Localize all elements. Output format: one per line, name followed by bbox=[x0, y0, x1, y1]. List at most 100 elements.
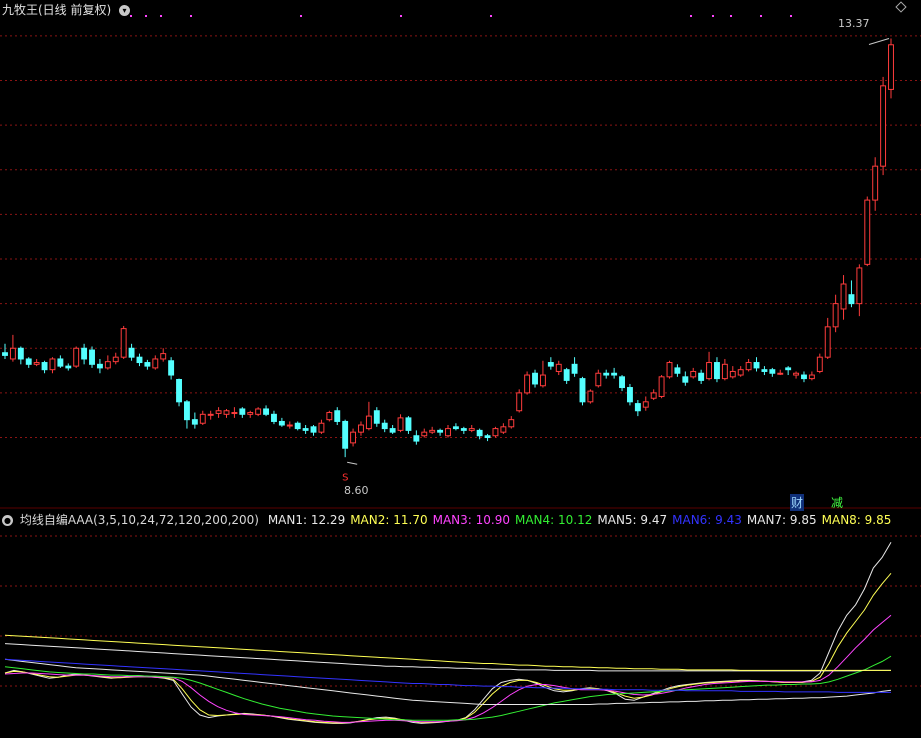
candle-body bbox=[183, 401, 190, 421]
candle-92 bbox=[729, 366, 736, 379]
candle-body bbox=[136, 356, 143, 364]
candle-body bbox=[571, 363, 578, 374]
candle-body bbox=[286, 424, 293, 427]
candle-body bbox=[9, 347, 16, 360]
candle-21 bbox=[168, 357, 175, 380]
candle-body bbox=[816, 356, 823, 372]
candle-body bbox=[278, 420, 285, 426]
candle-24 bbox=[191, 412, 198, 429]
candle-97 bbox=[769, 367, 776, 377]
candle-body bbox=[65, 365, 72, 369]
candle-body bbox=[334, 410, 341, 422]
candle-body bbox=[706, 362, 713, 380]
candle-35 bbox=[278, 417, 285, 427]
candle-body bbox=[350, 431, 357, 444]
candle-body bbox=[753, 362, 760, 369]
candle-79 bbox=[626, 383, 633, 406]
candle-body bbox=[152, 358, 159, 369]
reduce-tag[interactable]: 减 bbox=[830, 494, 844, 511]
candle-body bbox=[769, 369, 776, 374]
candle-3 bbox=[25, 357, 32, 368]
candle-57 bbox=[452, 423, 459, 431]
candle-14 bbox=[112, 352, 119, 365]
candle-body bbox=[666, 362, 673, 378]
indicator-value-2: MAN2: 11.70 bbox=[350, 513, 428, 527]
ma-line-man8 bbox=[4, 634, 891, 671]
candle-41 bbox=[326, 410, 333, 422]
candle-31 bbox=[247, 410, 254, 418]
candle-body bbox=[888, 44, 894, 90]
candle-body bbox=[808, 374, 815, 380]
indicator-value-8: MAN8: 9.85 bbox=[821, 513, 892, 527]
candle-10 bbox=[81, 343, 88, 365]
candle-body bbox=[658, 376, 665, 397]
candle-body bbox=[611, 372, 618, 376]
candle-body bbox=[745, 362, 752, 371]
candle-body bbox=[294, 422, 301, 430]
candle-body bbox=[579, 378, 586, 403]
candle-body bbox=[468, 428, 475, 431]
candle-96 bbox=[761, 366, 768, 376]
candle-body bbox=[437, 429, 444, 433]
candle-body bbox=[255, 408, 262, 415]
candle-body bbox=[595, 372, 602, 387]
candle-89 bbox=[706, 351, 713, 381]
candle-body bbox=[785, 367, 792, 371]
candle-body bbox=[547, 362, 554, 367]
candle-body bbox=[104, 361, 111, 369]
candle-body bbox=[271, 413, 277, 422]
candle-75 bbox=[595, 369, 602, 388]
candle-100 bbox=[793, 371, 800, 379]
candle-body bbox=[49, 358, 56, 371]
candle-body bbox=[421, 431, 428, 437]
candle-49 bbox=[389, 425, 396, 434]
candle-38 bbox=[302, 425, 309, 434]
low-price-label: 8.60 bbox=[344, 484, 369, 497]
candle-104 bbox=[824, 317, 831, 359]
candle-64 bbox=[508, 416, 515, 429]
finance-tag[interactable]: 财 bbox=[790, 494, 805, 511]
candle-93 bbox=[737, 366, 744, 377]
candle-body bbox=[626, 387, 633, 403]
candle-body bbox=[429, 429, 436, 433]
candle-42 bbox=[334, 407, 341, 426]
indicator-gridlines bbox=[0, 535, 921, 687]
high-marker-line bbox=[868, 38, 890, 46]
candle-body bbox=[682, 376, 689, 383]
candle-body bbox=[532, 372, 538, 385]
candle-body bbox=[33, 362, 40, 365]
candle-body bbox=[358, 424, 364, 433]
candle-body bbox=[698, 372, 705, 381]
candle-29 bbox=[231, 407, 238, 418]
candle-59 bbox=[468, 425, 475, 433]
candle-body bbox=[207, 413, 214, 416]
stock-chart[interactable]: S bbox=[0, 0, 921, 738]
candle-51 bbox=[405, 416, 412, 434]
indicator-settings-icon[interactable]: ● bbox=[2, 515, 13, 526]
candle-1 bbox=[9, 334, 16, 362]
candle-22 bbox=[176, 378, 182, 407]
top-mark-2 bbox=[160, 15, 162, 17]
candle-111 bbox=[880, 76, 887, 176]
candle-body bbox=[690, 370, 697, 378]
candle-65 bbox=[516, 389, 523, 413]
top-mark-9 bbox=[730, 15, 732, 17]
candle-body bbox=[793, 372, 800, 376]
candle-56 bbox=[445, 425, 451, 438]
candle-body bbox=[445, 428, 451, 437]
candle-body bbox=[650, 392, 657, 399]
candle-body bbox=[824, 326, 831, 358]
candle-6 bbox=[49, 357, 56, 374]
candle-50 bbox=[397, 414, 404, 433]
candle-105 bbox=[832, 294, 839, 333]
candle-body bbox=[128, 347, 135, 358]
candle-body bbox=[524, 374, 531, 394]
chevron-down-icon[interactable]: ▾ bbox=[119, 5, 131, 16]
candle-18 bbox=[144, 359, 151, 370]
candle-37 bbox=[294, 421, 301, 431]
candle-63 bbox=[500, 423, 507, 434]
candle-48 bbox=[381, 419, 388, 433]
candle-54 bbox=[429, 426, 436, 434]
candle-90 bbox=[714, 357, 720, 383]
candle-28 bbox=[223, 408, 230, 418]
